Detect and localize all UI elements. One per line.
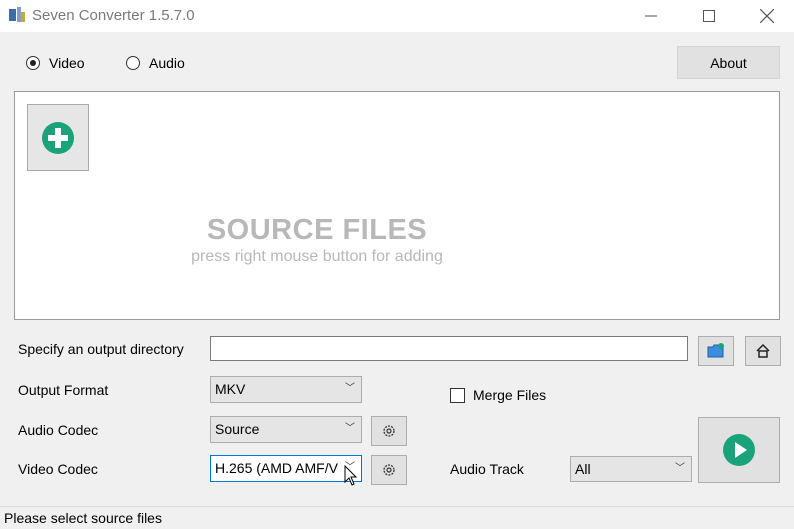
video-codec-settings-button[interactable] xyxy=(371,455,407,485)
window-title: Seven Converter 1.5.7.0 xyxy=(32,7,195,24)
play-icon xyxy=(723,434,755,466)
output-format-label: Output Format xyxy=(18,382,109,398)
app-icon xyxy=(8,6,26,24)
audio-radio-label[interactable]: Audio xyxy=(149,55,185,71)
audio-codec-value: Source xyxy=(215,421,260,437)
output-format-value: MKV xyxy=(215,381,246,397)
audio-codec-settings-button[interactable] xyxy=(371,416,407,446)
source-files-hint: press right mouse button for adding xyxy=(191,248,443,265)
close-button[interactable] xyxy=(738,0,794,32)
output-dir-input[interactable] xyxy=(210,336,688,361)
about-button[interactable]: About xyxy=(677,46,780,79)
minimize-icon xyxy=(645,15,657,17)
audio-codec-label: Audio Codec xyxy=(18,422,99,438)
audio-track-select[interactable]: All ﹀ xyxy=(570,456,692,482)
home-icon xyxy=(756,343,770,358)
source-files-title: SOURCE FILES xyxy=(206,214,428,246)
add-files-button[interactable] xyxy=(27,104,89,171)
merge-files-checkbox[interactable] xyxy=(450,388,465,403)
video-codec-select[interactable]: H.265 (AMD AMF/V ﹀ xyxy=(210,455,362,482)
close-icon xyxy=(760,9,774,23)
video-codec-label: Video Codec xyxy=(18,461,98,477)
video-codec-value: H.265 (AMD AMF/V xyxy=(215,460,338,476)
gear-icon xyxy=(383,425,395,437)
output-format-select[interactable]: MKV ﹀ xyxy=(210,376,362,403)
chevron-down-icon: ﹀ xyxy=(345,423,355,434)
video-radio[interactable] xyxy=(26,56,40,70)
audio-track-value: All xyxy=(575,461,591,477)
folder-icon xyxy=(707,343,724,358)
status-text: Please select source files xyxy=(4,510,162,526)
convert-button[interactable] xyxy=(698,417,780,483)
video-radio-label[interactable]: Video xyxy=(49,55,85,71)
browse-folder-button[interactable] xyxy=(698,336,734,366)
home-directory-button[interactable] xyxy=(745,336,781,366)
source-files-panel[interactable] xyxy=(14,91,780,320)
chevron-down-icon: ﹀ xyxy=(345,383,355,394)
minimize-button[interactable] xyxy=(622,0,680,32)
audio-track-label: Audio Track xyxy=(450,461,524,477)
gear-icon xyxy=(383,464,395,476)
maximize-button[interactable] xyxy=(680,0,738,32)
merge-files-label[interactable]: Merge Files xyxy=(473,387,546,403)
output-dir-label: Specify an output directory xyxy=(18,341,184,357)
audio-radio[interactable] xyxy=(126,56,140,70)
chevron-down-icon: ﹀ xyxy=(675,463,685,474)
audio-codec-select[interactable]: Source ﹀ xyxy=(210,416,362,443)
cursor-icon xyxy=(344,464,358,490)
add-icon xyxy=(42,122,74,154)
maximize-icon xyxy=(703,10,715,22)
